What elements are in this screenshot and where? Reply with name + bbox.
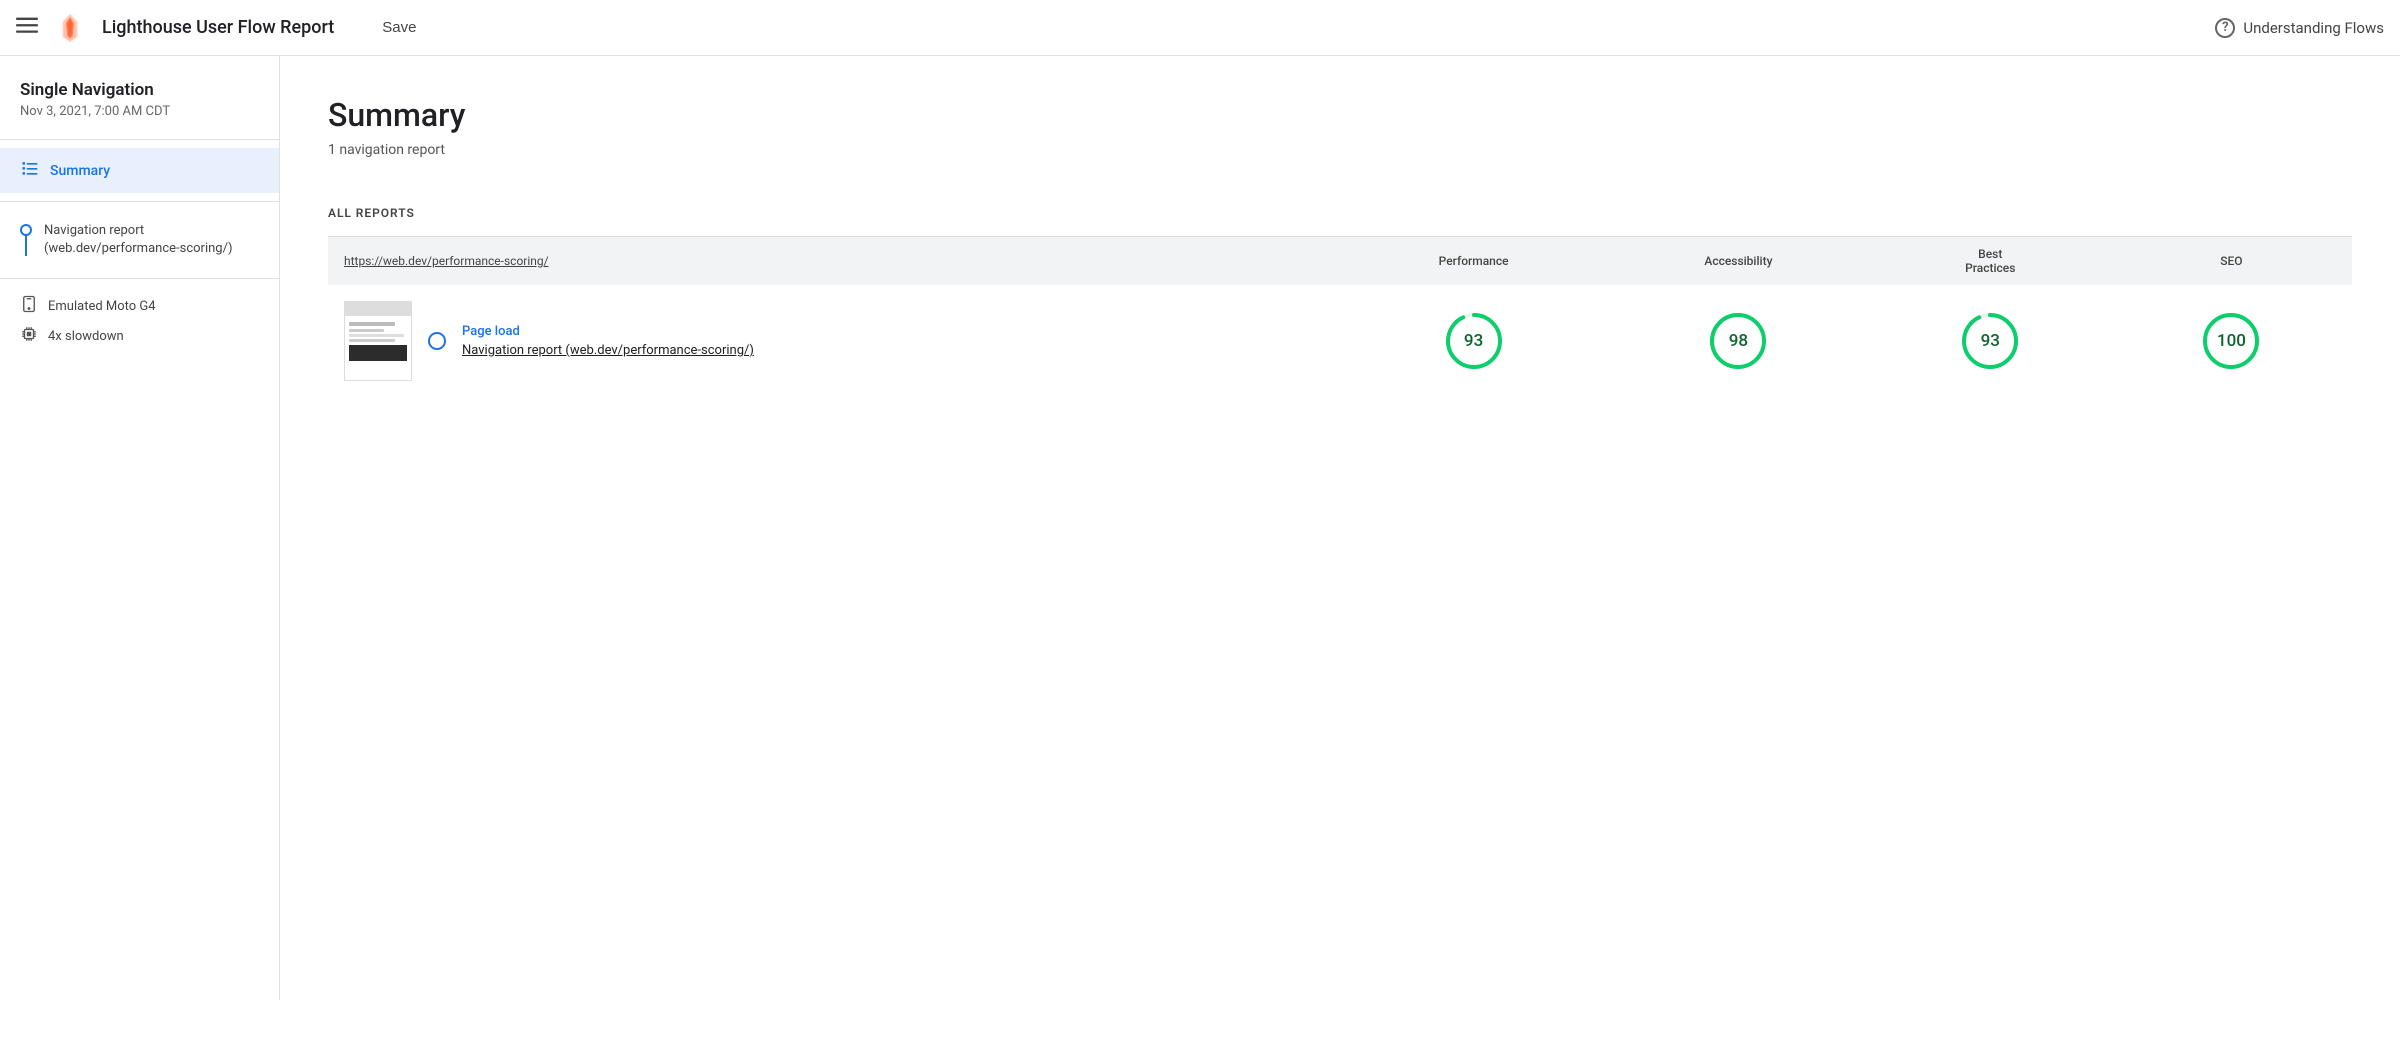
- score-cell-performance: 93: [1340, 285, 1607, 397]
- sidebar-item-nav-report[interactable]: Navigation report(web.dev/performance-sc…: [0, 210, 279, 270]
- table-header-row: https://web.dev/performance-scoring/ Per…: [328, 237, 2352, 285]
- help-icon: ?: [2215, 18, 2235, 38]
- report-info-cell: Page load Navigation report (web.dev/per…: [328, 285, 1340, 397]
- mobile-device-icon: [20, 295, 38, 317]
- score-circle-accessibility[interactable]: 98: [1708, 311, 1768, 371]
- sidebar-nav-title: Single Navigation: [0, 80, 279, 104]
- report-link[interactable]: Navigation report (web.dev/performance-s…: [462, 343, 754, 358]
- slowdown-label: 4x slowdown: [48, 329, 124, 344]
- score-value-seo: 100: [2217, 331, 2246, 351]
- sidebar-divider-2: [0, 201, 279, 202]
- sidebar-divider-3: [0, 278, 279, 279]
- score-value-performance: 93: [1464, 331, 1483, 351]
- table-row: Page load Navigation report (web.dev/per…: [328, 285, 2352, 397]
- sidebar-summary-label: Summary: [50, 163, 110, 179]
- summary-list-icon: [20, 158, 40, 183]
- sidebar-divider-1: [0, 139, 279, 140]
- cpu-icon: [20, 325, 38, 347]
- device-label: Emulated Moto G4: [48, 299, 156, 314]
- app-title: Lighthouse User Flow Report: [102, 17, 334, 38]
- pin-icon: [20, 224, 32, 256]
- col-header-best-practices: Best Practices: [1870, 237, 2111, 285]
- reports-table: https://web.dev/performance-scoring/ Per…: [328, 237, 2352, 397]
- score-cell-accessibility: 98: [1607, 285, 1869, 397]
- report-radio[interactable]: [428, 332, 446, 350]
- main-content: Summary 1 navigation report ALL REPORTS …: [280, 56, 2400, 1000]
- col-header-accessibility: Accessibility: [1607, 237, 1869, 285]
- col-header-performance: Performance: [1340, 237, 1607, 285]
- col-header-url[interactable]: https://web.dev/performance-scoring/: [328, 237, 1340, 285]
- score-circle-best-practices[interactable]: 93: [1960, 311, 2020, 371]
- report-text: Page load Navigation report (web.dev/per…: [462, 324, 754, 358]
- device-info: Emulated Moto G4 4x slowdown: [0, 287, 279, 355]
- device-item-slowdown: 4x slowdown: [20, 325, 259, 347]
- understanding-flows-link[interactable]: ? Understanding Flows: [2215, 18, 2384, 38]
- score-cell-seo: 100: [2111, 285, 2352, 397]
- save-button[interactable]: Save: [374, 15, 424, 40]
- score-cell-best-practices: 93: [1870, 285, 2111, 397]
- col-header-seo: SEO: [2111, 237, 2352, 285]
- nav-item-text: Navigation report(web.dev/performance-sc…: [44, 222, 232, 258]
- report-type-label: Page load: [462, 324, 754, 339]
- score-circle-performance[interactable]: 93: [1444, 311, 1504, 371]
- score-value-accessibility: 98: [1729, 331, 1748, 351]
- score-circle-seo[interactable]: 100: [2201, 311, 2261, 371]
- app-header: Lighthouse User Flow Report Save ? Under…: [0, 0, 2400, 56]
- summary-subtext: 1 navigation report: [328, 142, 2352, 158]
- header-left: Lighthouse User Flow Report Save: [16, 12, 424, 44]
- sidebar: Single Navigation Nov 3, 2021, 7:00 AM C…: [0, 56, 280, 1000]
- help-label: Understanding Flows: [2243, 19, 2384, 37]
- report-thumbnail: [344, 301, 412, 381]
- all-reports-label: ALL REPORTS: [328, 206, 2352, 220]
- menu-icon[interactable]: [16, 14, 38, 41]
- sidebar-nav-date: Nov 3, 2021, 7:00 AM CDT: [0, 104, 279, 139]
- sidebar-item-summary[interactable]: Summary: [0, 148, 279, 193]
- main-layout: Single Navigation Nov 3, 2021, 7:00 AM C…: [0, 56, 2400, 1000]
- score-value-best-practices: 93: [1981, 331, 2000, 351]
- lighthouse-logo: [54, 12, 86, 44]
- device-item-moto: Emulated Moto G4: [20, 295, 259, 317]
- summary-heading: Summary: [328, 96, 2352, 134]
